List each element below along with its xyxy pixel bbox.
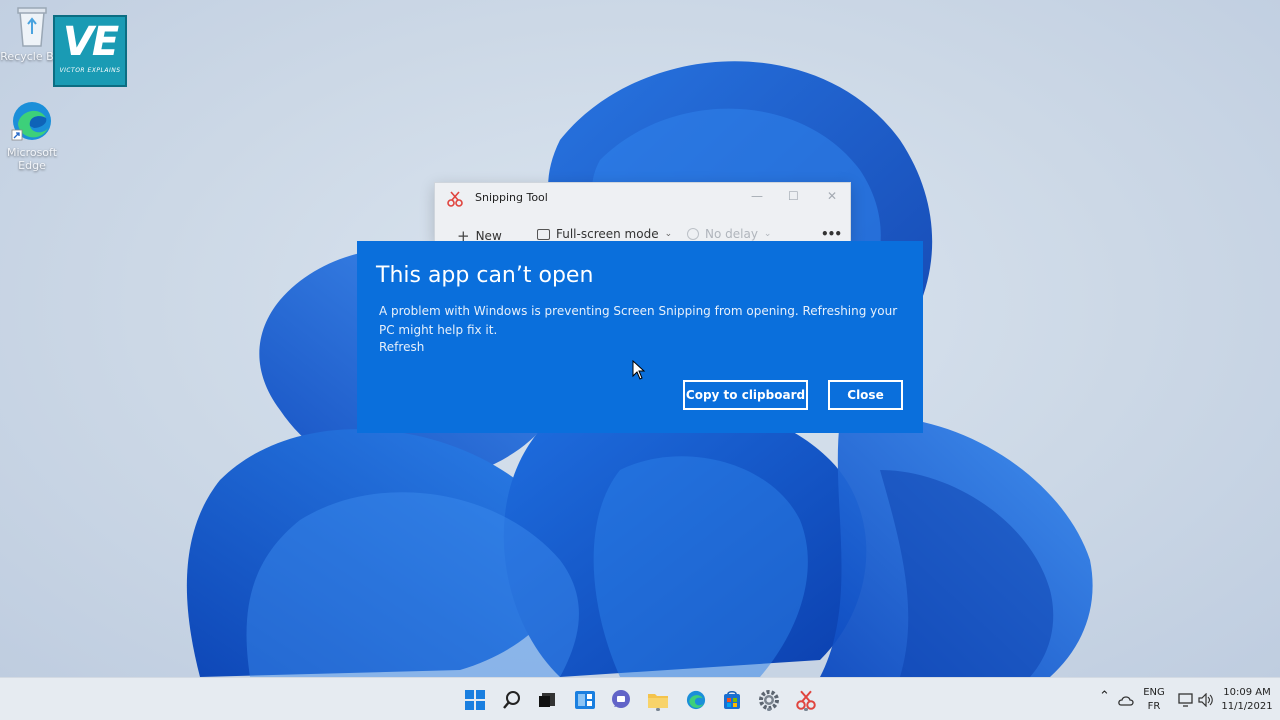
- chevron-down-icon: ⌄: [763, 229, 772, 239]
- onedrive-cloud-icon[interactable]: [1118, 694, 1134, 706]
- chevron-down-icon: ⌄: [664, 229, 673, 239]
- folder-icon: [648, 694, 668, 708]
- refresh-link[interactable]: Refresh: [379, 340, 424, 354]
- close-button[interactable]: Close: [828, 380, 903, 410]
- dialog-message: A problem with Windows is preventing Scr…: [379, 304, 898, 337]
- windows-logo-icon: [465, 690, 485, 710]
- snipping-tool-titlebar[interactable]: Snipping Tool — ☐ ✕: [435, 183, 850, 215]
- running-indicator: [656, 708, 660, 711]
- recycle-bin-icon: [17, 7, 47, 47]
- copy-to-clipboard-button[interactable]: Copy to clipboard: [683, 380, 808, 410]
- clock-icon: [687, 228, 699, 240]
- network-icon[interactable]: [1178, 693, 1194, 707]
- file-explorer-button[interactable]: [645, 687, 671, 713]
- search-button[interactable]: [499, 687, 525, 713]
- snipping-tool-toolbar: + New Full-screen mode ⌄ No delay ⌄ •••: [435, 219, 850, 245]
- snipping-tool-window[interactable]: Snipping Tool — ☐ ✕ + New Full-screen mo…: [434, 182, 851, 245]
- dialog-title: This app can’t open: [376, 263, 594, 288]
- store-button[interactable]: [719, 687, 745, 713]
- minimize-icon[interactable]: —: [751, 189, 763, 203]
- store-icon: [724, 690, 740, 709]
- snipping-tool-icon: [796, 690, 816, 710]
- settings-button[interactable]: [756, 687, 782, 713]
- clock-time: 10:09 AM: [1223, 687, 1271, 698]
- maximize-icon[interactable]: ☐: [788, 189, 799, 203]
- delay-label: No delay: [705, 227, 758, 241]
- clock-date: 11/1/2021: [1221, 701, 1273, 712]
- edge-taskbar-button[interactable]: [683, 687, 709, 713]
- widgets-button[interactable]: [572, 687, 598, 713]
- chat-button[interactable]: [608, 687, 634, 713]
- snipping-tool-icon: [447, 191, 463, 207]
- widgets-icon: [575, 691, 595, 709]
- edge-label: Microsoft Edge: [6, 146, 58, 172]
- fullscreen-mode-icon: [537, 228, 550, 240]
- channel-watermark-logo: VE VICTOR EXPLAINS: [53, 15, 127, 87]
- delay-dropdown[interactable]: No delay ⌄: [687, 227, 771, 241]
- language-code: ENG: [1143, 687, 1165, 698]
- watermark-text: VICTOR EXPLAINS: [59, 67, 121, 74]
- show-hidden-icons-chevron-icon[interactable]: ⌃: [1099, 690, 1110, 704]
- system-tray: ⌃ ENG FR 10:09 AM 11/1/2021: [1095, 678, 1280, 720]
- task-view-icon: [539, 693, 555, 707]
- edge-icon: [11, 102, 51, 141]
- start-button[interactable]: [462, 687, 488, 713]
- running-indicator: [804, 708, 808, 711]
- keyboard-layout-code: FR: [1147, 701, 1161, 712]
- more-icon: •••: [821, 227, 842, 241]
- task-view-button[interactable]: [534, 687, 560, 713]
- snipping-tool-title: Snipping Tool: [475, 191, 548, 204]
- watermark-initials: VE: [62, 19, 119, 65]
- close-window-icon[interactable]: ✕: [827, 189, 837, 203]
- clock[interactable]: 10:09 AM 11/1/2021: [1221, 686, 1273, 714]
- search-icon: [503, 691, 520, 709]
- edge-shortcut[interactable]: Microsoft Edge: [0, 98, 64, 172]
- input-language-indicator[interactable]: ENG FR: [1143, 686, 1165, 714]
- edge-icon: [686, 690, 706, 710]
- taskbar: ⌃ ENG FR 10:09 AM 11/1/2021: [0, 677, 1280, 720]
- teams-chat-icon: [612, 690, 630, 708]
- more-options-button[interactable]: •••: [821, 227, 842, 241]
- mouse-cursor-icon: [632, 360, 646, 380]
- snip-mode-label: Full-screen mode: [556, 227, 659, 241]
- snipping-tool-taskbar-button[interactable]: [793, 687, 819, 713]
- running-indicator: [767, 708, 771, 711]
- desktop: Recycle Bin VE VICTOR EXPLAINS Microsoft…: [0, 0, 1280, 677]
- volume-icon[interactable]: [1198, 693, 1214, 707]
- app-error-dialog: This app can’t open A problem with Windo…: [357, 241, 923, 433]
- snip-mode-dropdown[interactable]: Full-screen mode ⌄: [537, 227, 672, 241]
